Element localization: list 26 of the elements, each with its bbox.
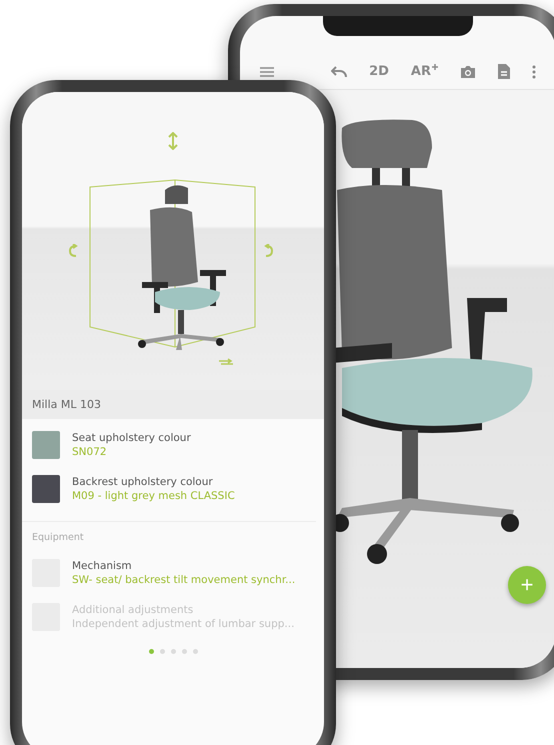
option-value[interactable]: SW- seat/ backrest tilt movement synchr... (72, 574, 296, 586)
toolbar-text-button[interactable]: 2D (369, 64, 389, 79)
camera-icon[interactable] (460, 65, 476, 78)
colour-swatch[interactable] (32, 475, 60, 503)
page-dot[interactable] (192, 649, 198, 654)
document-icon[interactable] (498, 64, 510, 79)
page-dot[interactable] (160, 649, 164, 654)
colour-swatch[interactable] (32, 431, 60, 459)
add-button[interactable]: + (508, 566, 546, 604)
3d-viewport[interactable] (22, 92, 324, 390)
page-dot[interactable] (182, 649, 186, 654)
ar-button[interactable]: AR (410, 64, 438, 79)
option-label: Mechanism (72, 560, 133, 572)
product-name: Milla ML 103 (22, 390, 324, 419)
option-value[interactable]: M09 - light grey mesh CLASSIC (72, 490, 235, 502)
vertical-arrow-icon[interactable] (168, 132, 178, 150)
undo-icon[interactable] (331, 66, 348, 78)
page-dot[interactable] (148, 649, 154, 654)
option-label: Additional adjustments (72, 604, 194, 616)
section-title: Equipment (22, 521, 316, 547)
more-icon[interactable] (532, 64, 536, 78)
option-label: Backrest upholstery colour (72, 476, 214, 488)
menu-icon[interactable] (260, 66, 274, 76)
page-dot[interactable] (170, 649, 176, 654)
option-label: Seat upholstery colour (72, 432, 191, 444)
option-value[interactable]: SN072 (72, 446, 191, 458)
